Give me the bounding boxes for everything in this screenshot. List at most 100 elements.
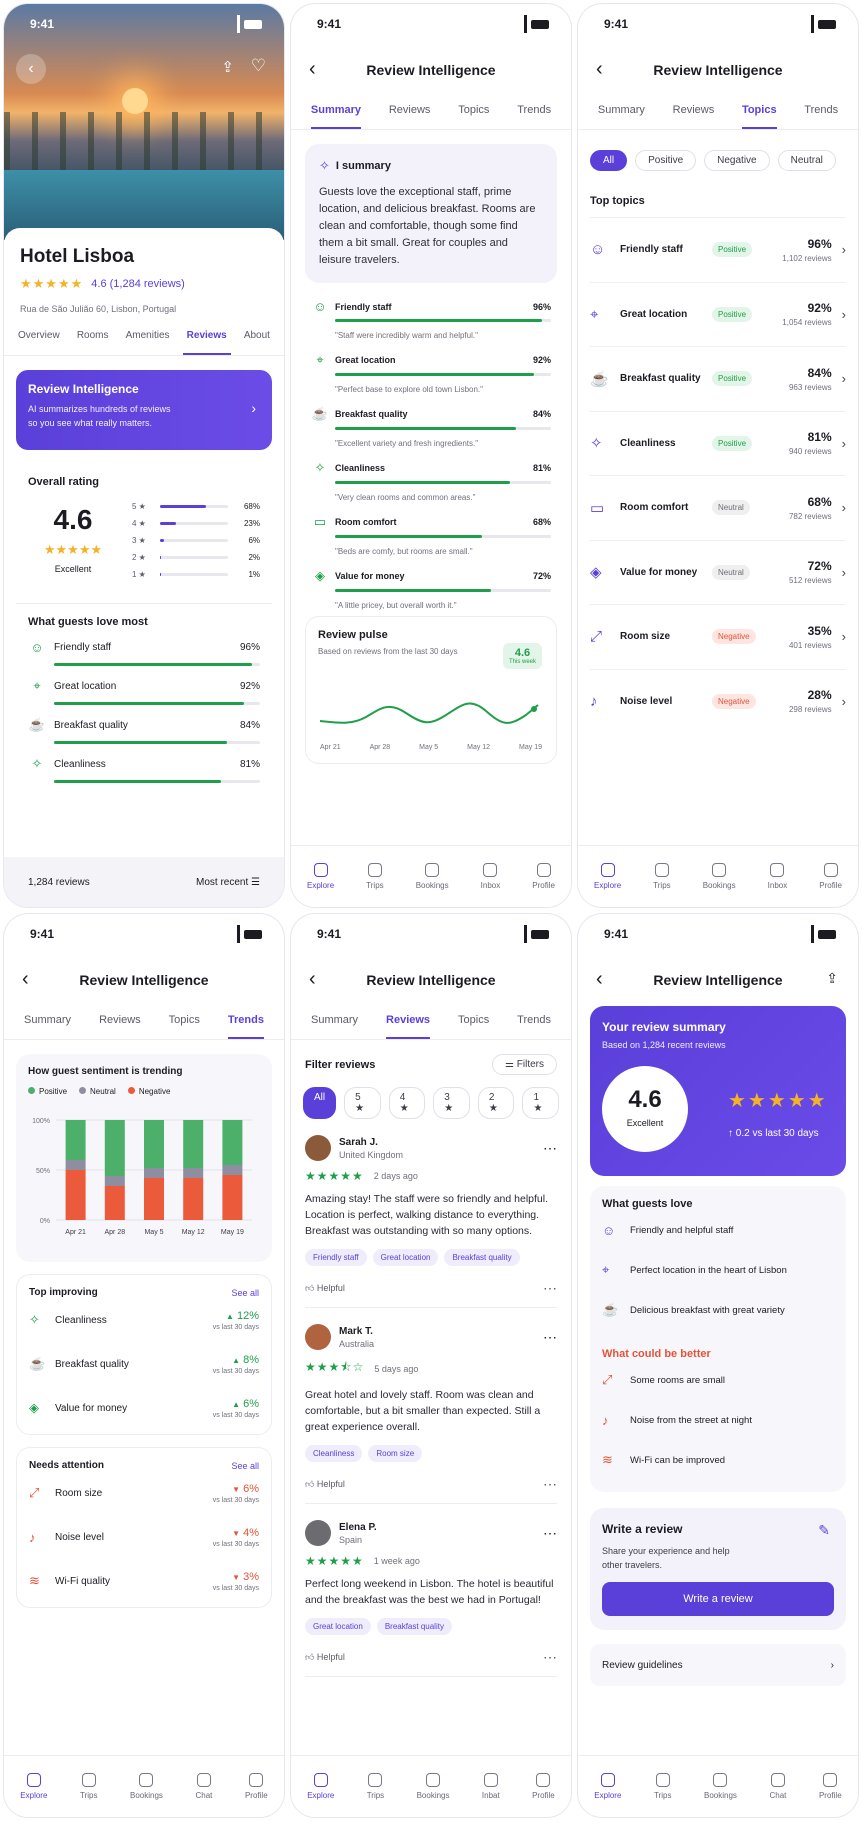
review-tag[interactable]: Room size — [368, 1445, 423, 1462]
heart-icon[interactable]: ♡ — [251, 56, 266, 76]
star-filter[interactable]: All — [303, 1087, 337, 1119]
delta-row[interactable]: ◈ Value for money ▲ 6% vs last 30 days — [29, 1386, 259, 1430]
nav-profile[interactable]: Profile — [532, 863, 555, 890]
more-icon[interactable]: ⋯ — [543, 1525, 557, 1542]
tab-topics[interactable]: Topics — [458, 1006, 489, 1039]
back-icon[interactable]: ‹ — [309, 968, 316, 991]
delta-row[interactable]: ♪ Noise level ▼ 4% vs last 30 days — [29, 1515, 259, 1559]
share-icon[interactable]: ⇪ — [221, 58, 234, 76]
nav-explore[interactable]: Explore — [307, 863, 334, 890]
topic-row[interactable]: ✧ Cleanliness Positive 81% 940 reviews › — [590, 410, 846, 476]
nav-inbox[interactable]: Inbox — [768, 863, 787, 890]
edit-icon[interactable]: ✎ — [818, 1522, 830, 1539]
more-icon[interactable]: ⋯ — [543, 1140, 557, 1157]
nav-inbox[interactable]: Inbox — [481, 863, 500, 890]
tab-about[interactable]: About — [240, 330, 274, 355]
topic-row[interactable]: ⌖ Great location Positive 92% 1,054 reviews › — [590, 281, 846, 347]
tab-topics[interactable]: Topics — [169, 1006, 200, 1039]
review-tag[interactable]: Friendly staff — [305, 1249, 367, 1266]
nav-bookings[interactable]: Bookings — [703, 863, 736, 890]
star-filter[interactable]: 2 ★ — [477, 1087, 515, 1119]
nav-trips[interactable]: Trips — [80, 1773, 97, 1800]
review-tag[interactable]: Breakfast quality — [376, 1618, 452, 1635]
helpful-button[interactable]: 👍︎ Helpful — [305, 1479, 345, 1490]
tab-reviews[interactable]: Reviews — [99, 1006, 141, 1039]
more-icon[interactable]: ⋯ — [543, 1280, 557, 1297]
helpful-button[interactable]: 👍︎ Helpful — [305, 1283, 345, 1294]
nav-explore[interactable]: Explore — [594, 1773, 621, 1800]
back-button[interactable]: ‹ — [16, 54, 46, 84]
tab-reviews[interactable]: Reviews — [673, 96, 715, 129]
tab-topics[interactable]: Topics — [458, 96, 489, 129]
filter-negative[interactable]: Negative — [704, 150, 770, 171]
tab-trends[interactable]: Trends — [804, 96, 838, 129]
review-tag[interactable]: Cleanliness — [305, 1445, 363, 1462]
helpful-button[interactable]: 👍︎ Helpful — [305, 1652, 345, 1663]
review-tag[interactable]: Great location — [305, 1618, 371, 1635]
tab-topics[interactable]: Topics — [741, 96, 777, 129]
nav-explore[interactable]: Explore — [20, 1773, 47, 1800]
nav-explore[interactable]: Explore — [594, 863, 621, 890]
back-icon[interactable]: ‹ — [22, 968, 29, 991]
nav-trips[interactable]: Trips — [654, 1773, 671, 1800]
back-icon[interactable]: ‹ — [596, 58, 603, 81]
topic-row[interactable]: ☕ Breakfast quality Positive 84% 963 reviews… — [590, 346, 846, 411]
back-icon[interactable]: ‹ — [309, 58, 316, 81]
review-intelligence-banner[interactable]: Review Intelligence AI summarizes hundre… — [16, 370, 272, 450]
tab-summary[interactable]: Summary — [311, 1006, 358, 1039]
tab-trends[interactable]: Trends — [227, 1006, 264, 1039]
delta-row[interactable]: ✧ Cleanliness ▲ 12% vs last 30 days — [29, 1298, 259, 1342]
see-all-link[interactable]: See all — [231, 1288, 259, 1298]
nav-bookings[interactable]: Bookings — [704, 1773, 737, 1800]
nav-inbat[interactable]: Inbat — [482, 1773, 500, 1800]
tab-reviews[interactable]: Reviews — [182, 330, 231, 355]
tab-trends[interactable]: Trends — [517, 96, 551, 129]
tab-summary[interactable]: Summary — [598, 96, 645, 129]
tab-summary[interactable]: Summary — [310, 96, 362, 129]
review-tag[interactable]: Great location — [372, 1249, 439, 1266]
delta-row[interactable]: ≋ Wi-Fi quality ▼ 3% vs last 30 days — [29, 1559, 259, 1603]
tab-summary[interactable]: Summary — [24, 1006, 71, 1039]
more-icon[interactable]: ⋯ — [543, 1476, 557, 1493]
tab-trends[interactable]: Trends — [517, 1006, 551, 1039]
filter-positive[interactable]: Positive — [635, 150, 697, 171]
filter-neutral[interactable]: Neutral — [777, 150, 836, 171]
filters-button[interactable]: ⚌ Filters — [492, 1054, 557, 1075]
topic-row[interactable]: ♪ Noise level Negative 28% 298 reviews › — [590, 668, 846, 734]
topic-row[interactable]: ▭ Room comfort Neutral 68% 782 reviews › — [590, 475, 846, 540]
delta-row[interactable]: ⤢ Room size ▼ 6% vs last 30 days — [29, 1471, 259, 1515]
nav-chat[interactable]: Chat — [196, 1773, 212, 1800]
tab-rooms[interactable]: Rooms — [73, 330, 113, 355]
tab-overview[interactable]: Overview — [14, 330, 64, 355]
nav-bookings[interactable]: Bookings — [416, 863, 449, 890]
star-filter[interactable]: 4 ★ — [388, 1087, 426, 1119]
review-guidelines-link[interactable]: Review guidelines › — [590, 1644, 846, 1686]
sort-dropdown[interactable]: Most recent ☰ — [196, 877, 260, 888]
nav-profile[interactable]: Profile — [245, 1773, 268, 1800]
nav-chat[interactable]: Chat — [770, 1773, 786, 1800]
more-icon[interactable]: ⋯ — [543, 1649, 557, 1666]
tab-reviews[interactable]: Reviews — [389, 96, 431, 129]
nav-profile[interactable]: Profile — [532, 1773, 555, 1800]
topic-row[interactable]: ⤢ Room size Negative 35% 401 reviews › — [590, 604, 846, 669]
topic-row[interactable]: ◈ Value for money Neutral 72% 512 reviews › — [590, 539, 846, 605]
nav-profile[interactable]: Profile — [819, 863, 842, 890]
see-all-link[interactable]: See all — [231, 1461, 259, 1471]
nav-trips[interactable]: Trips — [366, 863, 384, 890]
nav-bookings[interactable]: Bookings — [417, 1773, 450, 1800]
nav-explore[interactable]: Explore — [307, 1773, 334, 1800]
nav-trips[interactable]: Trips — [367, 1773, 384, 1800]
more-icon[interactable]: ⋯ — [543, 1329, 557, 1346]
tab-amenities[interactable]: Amenities — [122, 330, 174, 355]
write-review-button[interactable]: Write a review — [602, 1582, 834, 1616]
star-filter[interactable]: 5 ★ — [344, 1087, 381, 1119]
review-tag[interactable]: Breakfast quality — [444, 1249, 520, 1266]
back-icon[interactable]: ‹ — [596, 968, 603, 991]
tab-reviews[interactable]: Reviews — [386, 1006, 431, 1039]
nav-bookings[interactable]: Bookings — [130, 1773, 163, 1800]
star-filter[interactable]: 1 ★ — [522, 1087, 560, 1119]
star-filter[interactable]: 3 ★ — [433, 1087, 470, 1119]
share-icon[interactable]: ⇪ — [826, 970, 838, 987]
rating-text[interactable]: 4.6 (1,284 reviews) — [91, 278, 185, 290]
filter-all[interactable]: All — [590, 150, 628, 171]
